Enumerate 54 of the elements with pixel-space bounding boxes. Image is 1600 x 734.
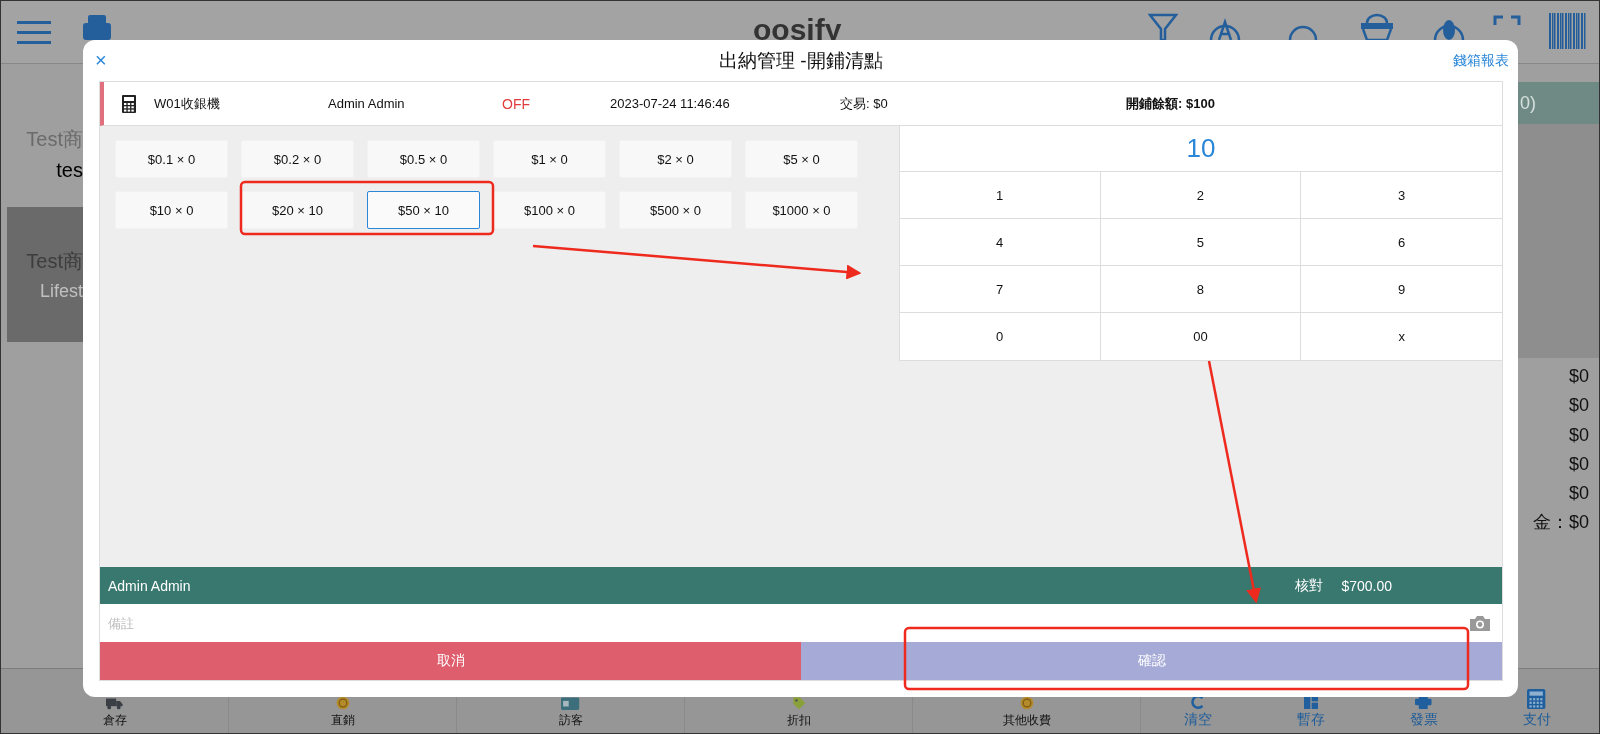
- truck-icon: [106, 696, 123, 710]
- amount-text: $0: [1568, 394, 1589, 418]
- denomination-button[interactable]: $10 × 0: [115, 191, 228, 229]
- dialog-title: 出納管理 -開鋪清點: [719, 48, 883, 73]
- report-link[interactable]: 錢箱報表: [1453, 51, 1509, 70]
- menu-icon[interactable]: [17, 21, 51, 45]
- product-code: tes: [56, 159, 83, 182]
- amount-text: $0: [1568, 423, 1589, 447]
- denomination-button[interactable]: $5 × 0: [745, 140, 858, 178]
- calculator-icon: [1527, 689, 1546, 709]
- tag-icon: [791, 696, 806, 710]
- keypad-key[interactable]: 7: [899, 266, 1101, 313]
- opening-balance: 開鋪餘額: $100: [1126, 94, 1215, 113]
- clear-icon: [1190, 695, 1205, 709]
- amount-text: $0: [1568, 482, 1589, 506]
- printer-icon[interactable]: [83, 15, 111, 40]
- denomination-button[interactable]: $1 × 0: [493, 140, 606, 178]
- amount-text: $0: [1568, 452, 1589, 476]
- check-label: 核對: [1295, 576, 1324, 595]
- card-icon: [561, 696, 580, 710]
- panel-header: 0): [1516, 82, 1599, 124]
- register-name: W01收銀機: [154, 94, 221, 113]
- keypad-key[interactable]: 2: [1100, 172, 1302, 219]
- denomination-button[interactable]: $0.5 × 0: [367, 140, 480, 178]
- amount-text: $0: [1568, 365, 1589, 388]
- cash-total: 金：$0: [1532, 511, 1589, 535]
- denomination-button[interactable]: $0.1 × 0: [115, 140, 228, 178]
- denomination-button[interactable]: $2 × 0: [619, 140, 732, 178]
- summary-user: Admin Admin: [108, 577, 192, 594]
- cancel-button[interactable]: 取消: [100, 642, 801, 680]
- keypad-key[interactable]: 1: [899, 172, 1101, 219]
- keypad-key[interactable]: 8: [1100, 266, 1302, 313]
- filter-icon[interactable]: [1148, 13, 1178, 40]
- check-amount: $700.00: [1341, 577, 1392, 594]
- basket-icon[interactable]: [1359, 13, 1395, 40]
- denomination-button[interactable]: $0.2 × 0: [241, 140, 354, 178]
- denomination-button[interactable]: $1000 × 0: [745, 191, 858, 229]
- transactions-text: 交易: $0: [840, 94, 889, 113]
- coin-icon: [1019, 696, 1034, 710]
- date-time: 2023-07-24 11:46:46: [610, 96, 731, 111]
- keypad-key[interactable]: 5: [1100, 219, 1302, 266]
- keypad-key[interactable]: 4: [899, 219, 1101, 266]
- status-text: OFF: [502, 95, 531, 112]
- calculator-icon: [122, 94, 136, 113]
- user-name: Admin Admin: [328, 96, 406, 111]
- camera-icon[interactable]: [1470, 615, 1490, 631]
- coin-icon: [335, 696, 350, 710]
- denomination-button[interactable]: $500 × 0: [619, 191, 732, 229]
- denomination-button[interactable]: $20 × 10: [241, 191, 354, 229]
- denomination-button[interactable]: $100 × 0: [493, 191, 606, 229]
- logo: oosify: [753, 15, 842, 45]
- close-button[interactable]: ×: [93, 49, 109, 72]
- barcode-icon[interactable]: [1549, 13, 1587, 49]
- denomination-button[interactable]: $50 × 10: [367, 191, 480, 229]
